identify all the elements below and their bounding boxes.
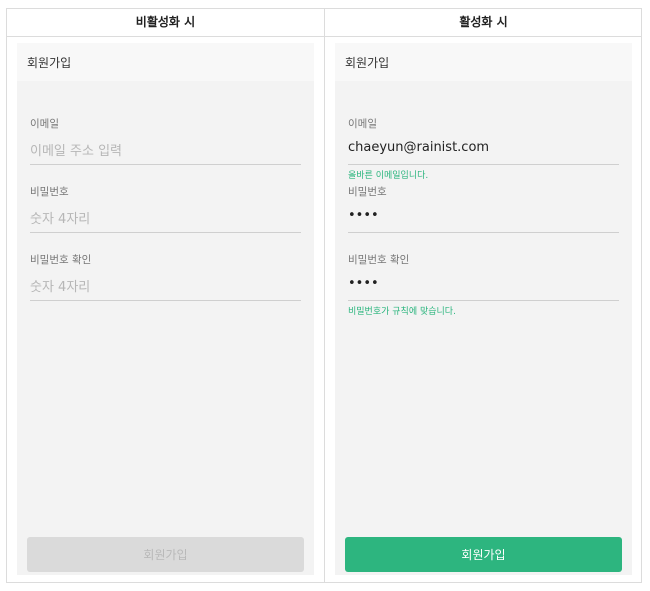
password-valid-message: 비밀번호가 규칙에 맞습니다. bbox=[348, 307, 456, 317]
password-confirm-label: 비밀번호 확인 bbox=[348, 254, 410, 266]
email-label: 이메일 bbox=[30, 118, 59, 130]
password-confirm-field[interactable]: 숫자 4자리 bbox=[30, 276, 90, 295]
screen-header: 회원가입 bbox=[17, 43, 314, 81]
password-label: 비밀번호 bbox=[348, 186, 387, 198]
email-field[interactable]: chaeyun@rainist.com bbox=[348, 140, 489, 155]
screen-title: 회원가입 bbox=[27, 56, 72, 70]
email-underline bbox=[30, 164, 301, 165]
email-label: 이메일 bbox=[348, 118, 377, 130]
password-field[interactable]: 숫자 4자리 bbox=[30, 208, 90, 227]
column-title-active: 활성화 시 bbox=[459, 15, 508, 29]
password-underline bbox=[348, 232, 619, 233]
screen-title: 회원가입 bbox=[345, 56, 390, 70]
signup-button-disabled[interactable]: 회원가입 bbox=[27, 537, 304, 572]
password-field[interactable]: •••• bbox=[348, 208, 379, 223]
password-confirm-underline bbox=[348, 300, 619, 301]
password-label: 비밀번호 bbox=[30, 186, 69, 198]
password-confirm-label: 비밀번호 확인 bbox=[30, 254, 92, 266]
column-divider bbox=[324, 9, 325, 582]
password-underline bbox=[30, 232, 301, 233]
signup-button-active[interactable]: 회원가입 bbox=[345, 537, 622, 572]
password-confirm-field[interactable]: •••• bbox=[348, 276, 379, 291]
email-valid-message: 올바른 이메일입니다. bbox=[348, 171, 429, 181]
email-underline bbox=[348, 164, 619, 165]
comparison-table: 비활성화 시 활성화 시 회원가입 이메일 이메일 주소 입력 비밀번호 숫자 … bbox=[6, 8, 642, 583]
screen-header: 회원가입 bbox=[335, 43, 632, 81]
signup-screen-inactive: 회원가입 이메일 이메일 주소 입력 비밀번호 숫자 4자리 비밀번호 확인 숫… bbox=[17, 43, 314, 575]
password-confirm-underline bbox=[30, 300, 301, 301]
email-field[interactable]: 이메일 주소 입력 bbox=[30, 140, 122, 159]
column-title-inactive: 비활성화 시 bbox=[135, 15, 196, 29]
signup-screen-active: 회원가입 이메일 chaeyun@rainist.com 올바른 이메일입니다.… bbox=[335, 43, 632, 575]
